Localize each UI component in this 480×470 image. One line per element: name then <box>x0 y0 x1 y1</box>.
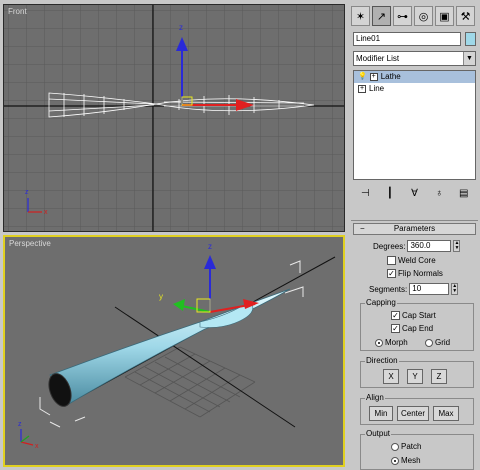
degrees-label: Degrees: <box>373 241 406 251</box>
cap-start-checkbox[interactable]: ✓ <box>391 311 400 320</box>
align-group: Align Min Center Max <box>360 393 474 425</box>
front-gizmo-z-label: z <box>179 23 183 32</box>
chevron-down-icon[interactable]: ▼ <box>463 52 475 65</box>
segments-spinner[interactable]: 10 <box>409 283 450 295</box>
segments-row: Segments: 10 ▲ ▼ <box>369 283 459 295</box>
modifier-list-label: Modifier List <box>356 54 400 63</box>
flip-normals-checkbox[interactable]: ✓ <box>387 269 396 278</box>
make-unique-icon[interactable]: ∀ <box>406 187 422 201</box>
grid-label: Grid <box>435 338 451 347</box>
weld-core-label: Weld Core <box>398 256 436 265</box>
stack-item-label: Lathe <box>380 72 401 81</box>
direction-label: Direction <box>365 356 399 365</box>
degrees-row: Degrees: 360.0 ▲ ▼ <box>373 240 461 252</box>
spinner-arrows-icon[interactable]: ▲ ▼ <box>453 240 461 252</box>
mesh-radio[interactable] <box>391 456 399 465</box>
patch-radio[interactable] <box>391 442 399 451</box>
modifier-stack[interactable]: 💡 + Lathe + Line <box>353 70 476 180</box>
stack-item-lathe[interactable]: 💡 + Lathe <box>354 71 475 83</box>
mesh-label: Mesh <box>401 456 421 465</box>
cap-end-label: Cap End <box>402 324 434 333</box>
direction-group: Direction X Y Z <box>360 356 474 388</box>
align-max-button[interactable]: Max <box>433 406 459 421</box>
parameters-rollout: − Parameters Degrees: 360.0 ▲ ▼ Weld Core… <box>351 220 478 470</box>
persp-gizmo-z-label: z <box>208 242 212 251</box>
front-viewport-canvas: z z x <box>4 5 344 231</box>
persp-corner-x-label: x <box>35 443 39 450</box>
align-min-button[interactable]: Min <box>369 406 393 421</box>
display-icon[interactable]: ▣ <box>435 6 454 26</box>
persp-gizmo-y-label: y <box>159 292 163 301</box>
expand-plus-icon[interactable]: + <box>358 85 366 93</box>
capping-group: Capping ✓ Cap Start ✓ Cap End Morph Grid <box>360 298 474 351</box>
command-panel-tabs: ✶ ↗ ⊶ ◎ ▣ ⚒ <box>351 6 477 28</box>
cap-end-row: ✓ Cap End <box>391 324 433 333</box>
show-end-result-icon[interactable]: ┃ <box>382 187 398 201</box>
output-label: Output <box>365 429 392 438</box>
cap-start-label: Cap Start <box>402 311 436 320</box>
capping-label: Capping <box>365 298 397 307</box>
object-name-field[interactable]: Line01 <box>353 32 461 46</box>
align-center-button[interactable]: Center <box>397 406 429 421</box>
flip-normals-row: ✓ Flip Normals <box>387 269 443 278</box>
motion-icon[interactable]: ◎ <box>414 6 433 26</box>
object-color-swatch[interactable] <box>465 32 476 46</box>
persp-corner-z-label: z <box>18 421 22 428</box>
front-corner-x-label: x <box>44 209 48 216</box>
direction-z-button[interactable]: Z <box>431 369 447 384</box>
command-panel: ✶ ↗ ⊶ ◎ ▣ ⚒ Line01 Modifier List ▼ 💡 + L… <box>349 0 480 470</box>
expand-plus-icon[interactable]: + <box>369 73 378 81</box>
modify-icon[interactable]: ↗ <box>372 6 391 26</box>
stack-item-label: Line <box>369 84 385 93</box>
create-icon[interactable]: ✶ <box>351 6 370 26</box>
utilities-icon[interactable]: ⚒ <box>456 6 475 26</box>
morph-radio[interactable] <box>375 338 383 347</box>
perspective-viewport-label[interactable]: Perspective <box>9 239 51 248</box>
patch-radio-row: Patch <box>391 442 421 451</box>
output-group: Output Patch Mesh <box>360 429 474 470</box>
grid-radio-row: Grid <box>425 338 450 347</box>
stack-item-line[interactable]: + Line <box>354 83 475 95</box>
pin-stack-icon[interactable]: ⊣ <box>357 187 373 201</box>
segments-label: Segments: <box>369 284 408 294</box>
weld-core-row: Weld Core <box>387 256 436 265</box>
collapse-icon: − <box>360 224 365 233</box>
degrees-spinner[interactable]: 360.0 <box>407 240 452 252</box>
weld-core-checkbox[interactable] <box>387 256 396 265</box>
remove-modifier-icon[interactable]: ♁ <box>431 187 447 201</box>
front-corner-z-label: z <box>25 189 29 196</box>
grid-radio[interactable] <box>425 338 433 347</box>
morph-radio-row: Morph <box>375 338 408 347</box>
spinner-arrows-icon[interactable]: ▲ ▼ <box>451 283 459 295</box>
cap-end-checkbox[interactable]: ✓ <box>391 324 400 333</box>
modifier-list-dropdown[interactable]: Modifier List ▼ <box>353 51 476 66</box>
stack-toolbar: ⊣ ┃ ∀ ♁ ▤ <box>353 186 476 202</box>
perspective-viewport[interactable]: z y z x Perspective <box>3 235 345 467</box>
patch-label: Patch <box>401 442 422 451</box>
direction-y-button[interactable]: Y <box>407 369 423 384</box>
cap-start-row: ✓ Cap Start <box>391 311 436 320</box>
morph-label: Morph <box>385 338 408 347</box>
flip-normals-label: Flip Normals <box>398 269 443 278</box>
perspective-viewport-canvas: z y z x <box>5 237 343 465</box>
parameters-title: Parameters <box>393 224 436 233</box>
hierarchy-icon[interactable]: ⊶ <box>393 6 412 26</box>
mesh-radio-row: Mesh <box>391 456 421 465</box>
front-viewport[interactable]: z z x Front <box>3 4 345 232</box>
front-viewport-label[interactable]: Front <box>8 7 27 16</box>
parameters-rollout-header[interactable]: − Parameters <box>353 223 476 235</box>
configure-sets-icon[interactable]: ▤ <box>456 187 472 201</box>
align-label: Align <box>365 393 385 402</box>
direction-x-button[interactable]: X <box>383 369 399 384</box>
lightbulb-icon[interactable]: 💡 <box>358 71 367 83</box>
